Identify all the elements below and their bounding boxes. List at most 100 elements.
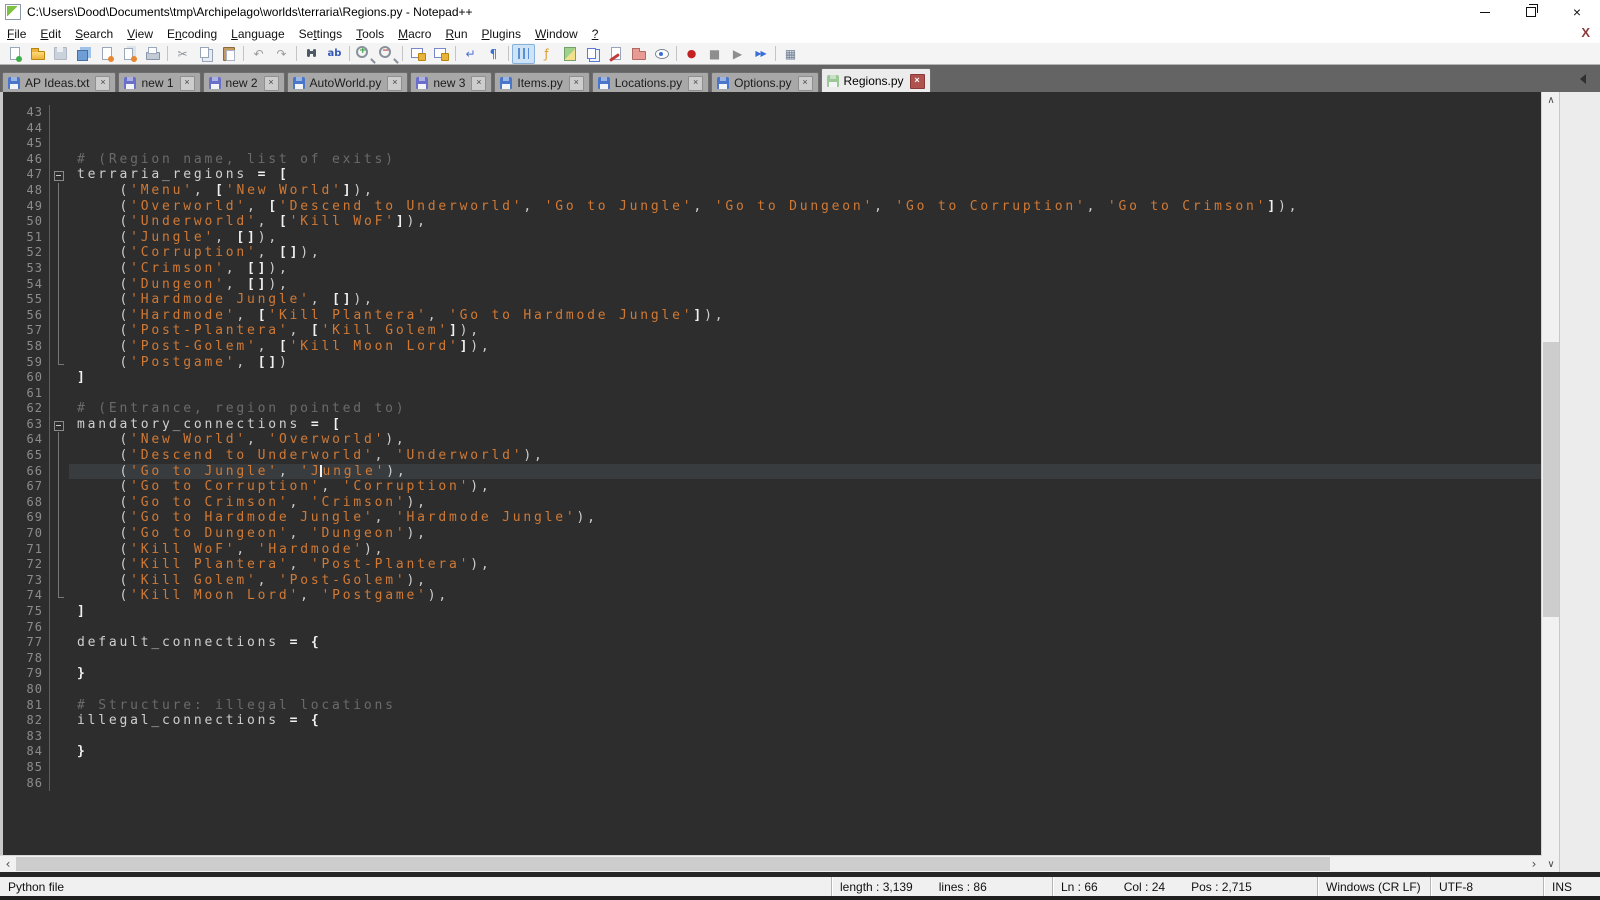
code-line[interactable]: terraria_regions = [ (69, 167, 1542, 183)
toolbar-save-all[interactable] (72, 44, 95, 64)
code-line[interactable]: ('Post-Golem', ['Kill Moon Lord']), (69, 339, 1542, 355)
code-line[interactable]: ('Kill Plantera', 'Post-Plantera'), (69, 557, 1542, 573)
status-insert-mode[interactable]: INS (1543, 877, 1600, 896)
code-line[interactable]: } (69, 666, 1542, 682)
code-line[interactable]: ('Menu', ['New World']), (69, 183, 1542, 199)
toolbar-sync-vertical-scrolling[interactable] (406, 44, 429, 64)
code-line[interactable]: ('Go to Jungle', 'Jungle'), (69, 464, 1542, 480)
code-line[interactable]: ('Kill Golem', 'Post-Golem'), (69, 573, 1542, 589)
toolbar-print[interactable] (141, 44, 164, 64)
toolbar-show-all-characters[interactable]: ¶ (482, 44, 505, 64)
fold-collapse-button[interactable] (50, 417, 69, 433)
tab-close-button[interactable]: × (910, 74, 925, 89)
code-line[interactable]: ('Corruption', []), (69, 245, 1542, 261)
toolbar-document-list[interactable] (581, 44, 604, 64)
code-line[interactable] (69, 682, 1542, 698)
fold-collapse-button[interactable] (50, 167, 69, 183)
code-line[interactable]: } (69, 744, 1542, 760)
close-button[interactable]: × (1554, 0, 1600, 24)
toolbar-macro-playback[interactable]: ▶ (726, 44, 749, 64)
code-line[interactable]: # Structure: illegal locations (69, 698, 1542, 714)
code-line[interactable] (69, 136, 1542, 152)
toolbar-function-list[interactable]: ƒ (535, 44, 558, 64)
menu-view[interactable]: View (120, 25, 160, 43)
tab-items-py[interactable]: Items.py× (494, 72, 589, 93)
menu-help[interactable]: ? (585, 25, 606, 43)
code-line[interactable]: ('Crimson', []), (69, 261, 1542, 277)
tab-close-button[interactable]: × (264, 76, 279, 91)
menu-window[interactable]: Window (528, 25, 585, 43)
toolbar-close-file[interactable] (95, 44, 118, 64)
toolbar-find[interactable] (300, 44, 323, 64)
scroll-up-arrow-icon[interactable]: ∧ (1542, 92, 1560, 108)
minimize-button[interactable] (1462, 0, 1508, 24)
code-line[interactable]: ('Kill Moon Lord', 'Postgame'), (69, 588, 1542, 604)
horizontal-scrollbar-thumb[interactable] (16, 857, 1330, 871)
code-line[interactable]: # (Region name, list of exits) (69, 152, 1542, 168)
toolbar-save-file[interactable] (49, 44, 72, 64)
code-line[interactable]: default_connections = { (69, 635, 1542, 651)
code-line[interactable]: ('Jungle', []), (69, 230, 1542, 246)
tab-scroll-left-button[interactable] (1580, 74, 1586, 84)
code-line[interactable] (69, 776, 1542, 792)
toolbar-monitoring[interactable] (650, 44, 673, 64)
code-line[interactable]: ('Go to Dungeon', 'Dungeon'), (69, 526, 1542, 542)
code-line[interactable]: ] (69, 370, 1542, 386)
toolbar-word-wrap[interactable]: ↵ (459, 44, 482, 64)
code-line[interactable]: ('Overworld', ['Descend to Underworld', … (69, 199, 1542, 215)
toolbar-macro-stop[interactable]: ■ (703, 44, 726, 64)
tab-new-2[interactable]: new 2× (203, 72, 285, 93)
tab-new-1[interactable]: new 1× (118, 72, 200, 93)
scroll-down-arrow-icon[interactable]: ∨ (1542, 856, 1560, 872)
tab-close-button[interactable]: × (798, 76, 813, 91)
code-editor[interactable]: 43444546# (Region name, list of exits)47… (3, 92, 1542, 856)
tab-close-button[interactable]: × (471, 76, 486, 91)
restore-button[interactable] (1508, 0, 1554, 24)
toolbar-macro-run-multiple[interactable]: ▶▶ (749, 44, 772, 64)
code-line[interactable] (69, 121, 1542, 137)
horizontal-scrollbar[interactable]: ‹ › (0, 855, 1542, 872)
vertical-scrollbar[interactable]: ∧ ∨ (1541, 92, 1560, 872)
code-line[interactable]: ('Hardmode', ['Kill Plantera', 'Go to Ha… (69, 308, 1542, 324)
menu-macro[interactable]: Macro (391, 25, 438, 43)
toolbar-show-indent-guide[interactable] (512, 44, 535, 64)
code-line[interactable]: # (Entrance, region pointed to) (69, 401, 1542, 417)
code-line[interactable]: ] (69, 604, 1542, 620)
tab-close-button[interactable]: × (688, 76, 703, 91)
toolbar-new-file[interactable] (3, 44, 26, 64)
code-line[interactable]: illegal_connections = { (69, 713, 1542, 729)
menu-settings[interactable]: Settings (292, 25, 349, 43)
code-line[interactable] (69, 729, 1542, 745)
toolbar-zoom-out[interactable]: − (376, 44, 399, 64)
tab-options-py[interactable]: Options.py× (711, 72, 818, 93)
code-line[interactable] (69, 620, 1542, 636)
menu-edit[interactable]: Edit (33, 25, 68, 43)
toolbar-replace[interactable]: ab (323, 44, 346, 64)
toolbar-document-map[interactable] (558, 44, 581, 64)
code-line[interactable]: ('Dungeon', []), (69, 277, 1542, 293)
code-line[interactable]: ('Kill WoF', 'Hardmode'), (69, 542, 1542, 558)
code-line[interactable]: ('Postgame', []) (69, 355, 1542, 371)
close-document-x-button[interactable]: X (1581, 25, 1590, 40)
toolbar-file-browser[interactable] (604, 44, 627, 64)
tab-close-button[interactable]: × (569, 76, 584, 91)
code-line[interactable]: ('Descend to Underworld', 'Underworld'), (69, 448, 1542, 464)
menu-tools[interactable]: Tools (349, 25, 391, 43)
scroll-right-arrow-icon[interactable]: › (1526, 856, 1542, 872)
tab-autoworld-py[interactable]: AutoWorld.py× (287, 72, 409, 93)
menu-encoding[interactable]: Encoding (160, 25, 224, 43)
tab-locations-py[interactable]: Locations.py× (592, 72, 709, 93)
toolbar-close-all[interactable] (118, 44, 141, 64)
code-line[interactable]: ('New World', 'Overworld'), (69, 432, 1542, 448)
menu-plugins[interactable]: Plugins (475, 25, 528, 43)
tab-close-button[interactable]: × (180, 76, 195, 91)
tab-ap-ideas-txt[interactable]: AP Ideas.txt× (2, 72, 116, 93)
status-encoding[interactable]: UTF-8 (1430, 877, 1543, 896)
toolbar-folder-as-workspace[interactable] (627, 44, 650, 64)
scroll-left-arrow-icon[interactable]: ‹ (0, 856, 16, 872)
code-line[interactable]: ('Go to Corruption', 'Corruption'), (69, 479, 1542, 495)
toolbar-copy[interactable] (194, 44, 217, 64)
code-line[interactable]: ('Go to Hardmode Jungle', 'Hardmode Jung… (69, 510, 1542, 526)
menu-file[interactable]: File (0, 25, 33, 43)
toolbar-undo[interactable]: ↶ (247, 44, 270, 64)
